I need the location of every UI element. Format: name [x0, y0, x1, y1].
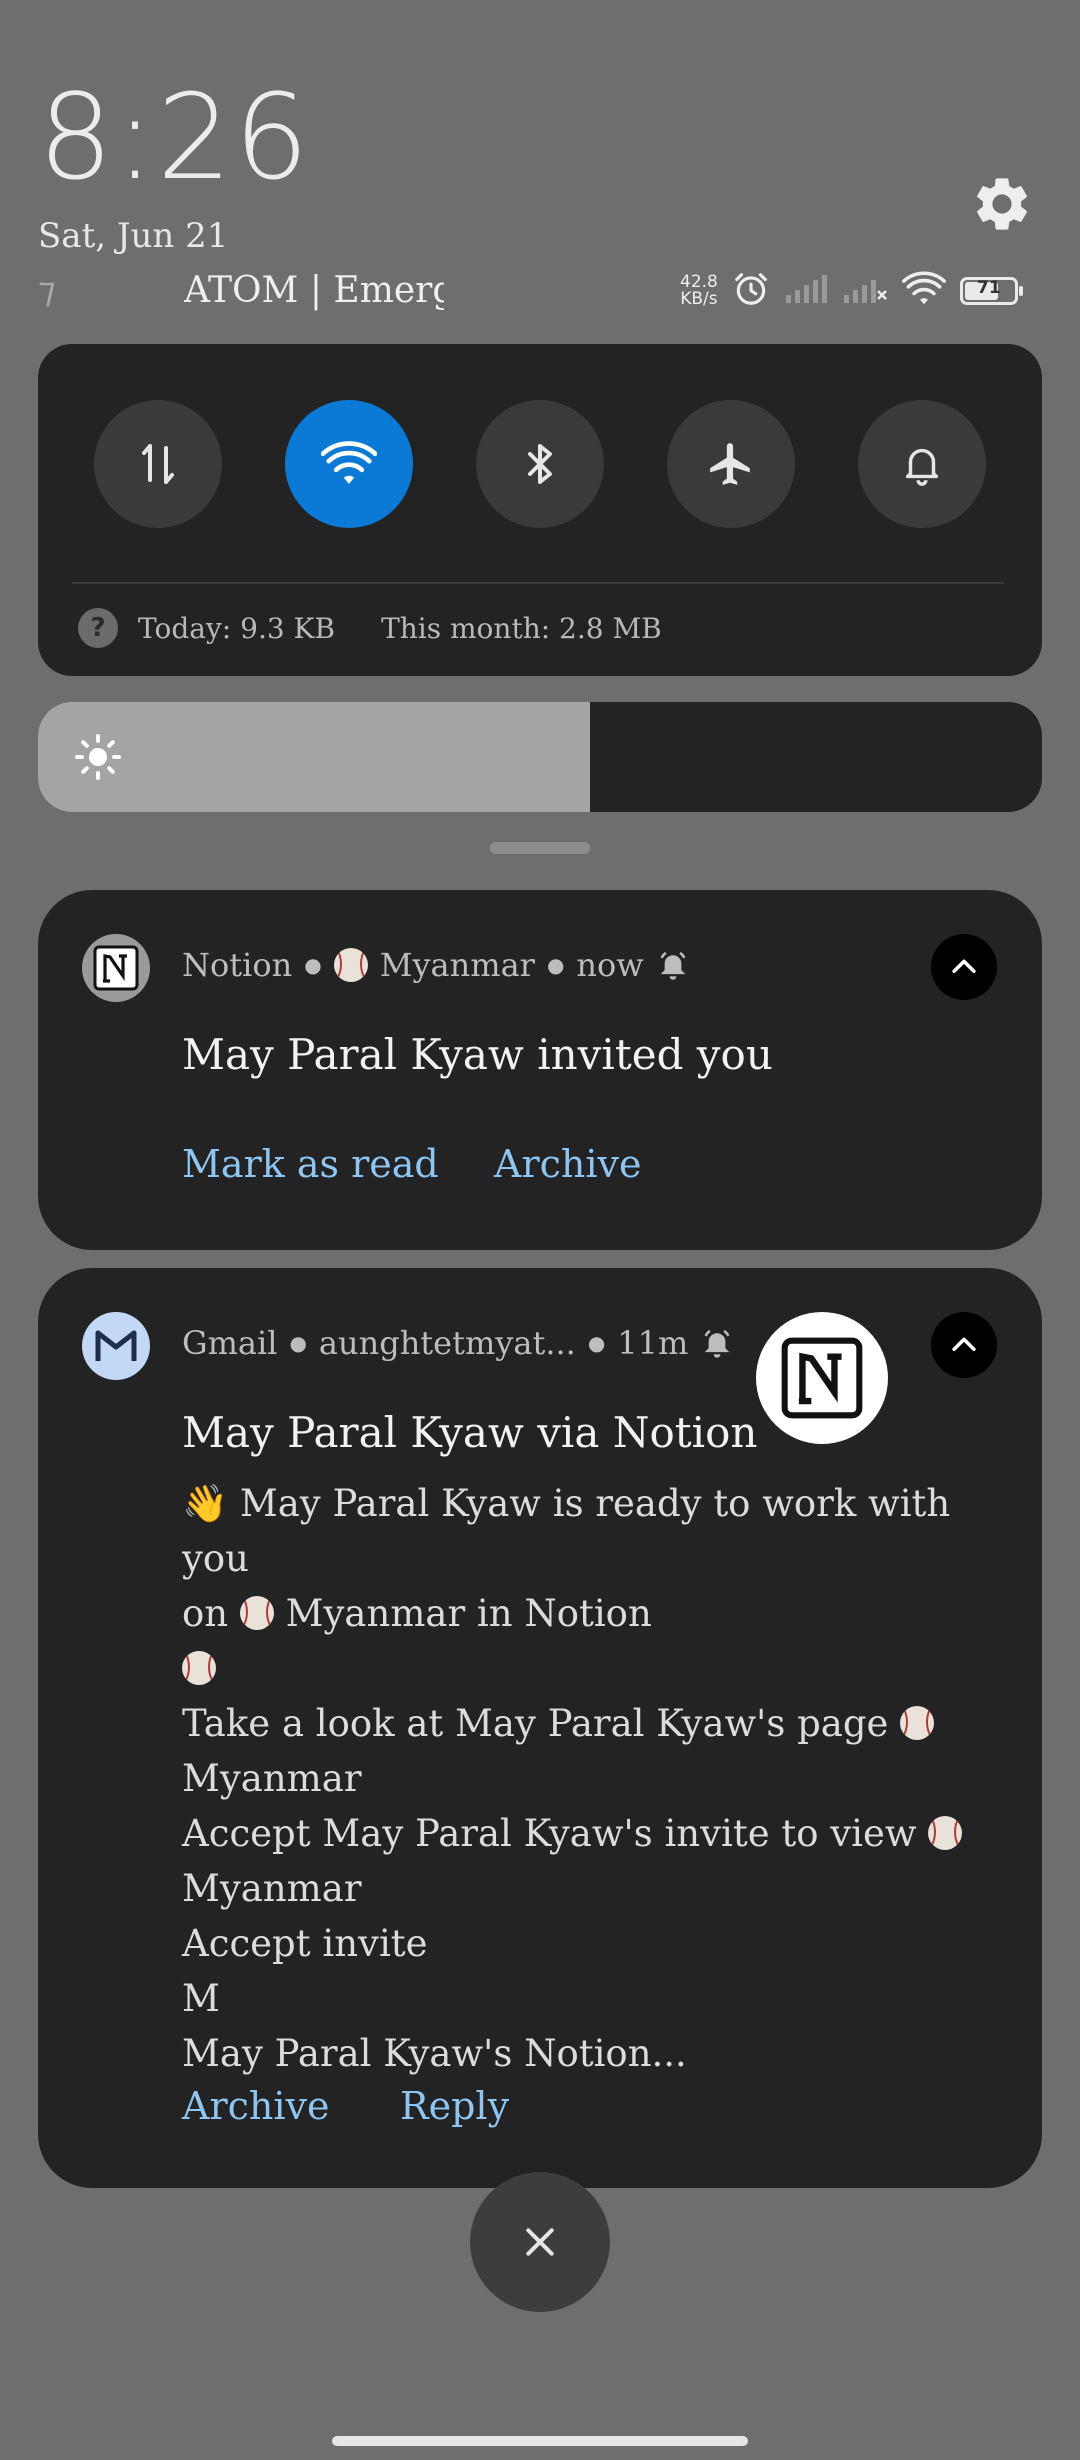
body-line: 👋 May Paral Kyaw is ready to work with y… — [182, 1482, 951, 1580]
signal-sim1-icon — [784, 273, 828, 309]
bluetooth-icon — [528, 444, 552, 484]
gmail-archive-button[interactable]: Archive — [182, 2084, 329, 2128]
notion-notification-title: May Paral Kyaw invited you — [182, 1030, 773, 1079]
data-transfer-icon — [142, 444, 174, 484]
gmail-notification-body: 👋 May Paral Kyaw is ready to work with y… — [182, 1476, 1012, 2081]
drag-handle[interactable] — [490, 842, 590, 854]
wifi-status-icon — [901, 271, 946, 311]
body-line: Myanmar — [182, 1757, 362, 1800]
bell-icon — [905, 448, 939, 486]
settings-gear-icon[interactable] — [970, 172, 1034, 236]
notion-app-icon — [82, 934, 150, 1002]
notion-sender-avatar — [756, 1312, 888, 1444]
separator-dot: ● — [289, 1331, 307, 1355]
alarm-icon — [732, 270, 770, 312]
separator-dot: ● — [546, 953, 565, 977]
data-usage-row[interactable]: ? Today: 9.3 KB This month: 2.8 MB — [78, 608, 662, 648]
baseball-emoji-icon — [239, 1596, 274, 1630]
clock[interactable]: 8:26 — [38, 78, 311, 196]
close-icon — [526, 2228, 554, 2256]
body-line: Accept invite — [182, 1922, 428, 1965]
gmail-app-icon — [82, 1312, 150, 1380]
body-text: Accept May Paral Kyaw's invite to view — [182, 1812, 917, 1855]
airplane-icon — [710, 443, 750, 485]
brightness-slider[interactable] — [38, 702, 1042, 812]
collapse-notion-button[interactable] — [931, 934, 997, 1000]
quick-settings-divider — [72, 582, 1004, 584]
gmail-notification-meta: Gmail ● aunghtetmyat... ● 11m — [182, 1324, 734, 1362]
baseball-emoji-icon — [928, 1816, 963, 1850]
app-name: Gmail — [182, 1324, 278, 1362]
carrier-name: ATOM | Emergency — [184, 270, 444, 311]
clear-all-notifications-button[interactable] — [470, 2172, 610, 2312]
notion-logo-icon — [781, 1337, 863, 1419]
gesture-navigation-bar[interactable] — [332, 2436, 748, 2446]
chevron-up-icon — [952, 959, 976, 974]
body-text: Myanmar in Notion — [285, 1592, 652, 1635]
reply-button[interactable]: Reply — [400, 2084, 509, 2128]
help-icon[interactable]: ? — [78, 608, 118, 648]
data-usage-month: This month: 2.8 MB — [381, 611, 662, 645]
mark-as-read-button[interactable]: Mark as read — [182, 1142, 439, 1186]
alert-bell-icon — [660, 951, 686, 980]
notion-archive-button[interactable]: Archive — [494, 1142, 641, 1186]
body-line: on Myanmar in Notion — [182, 1586, 1012, 1641]
body-line: Accept May Paral Kyaw's invite to view — [182, 1806, 1012, 1861]
status-bar-icons: 42.8 KB/s 71 — [680, 268, 1023, 314]
body-text: on — [182, 1592, 229, 1635]
app-name: Notion — [182, 946, 293, 984]
data-usage-today: Today: 9.3 KB — [138, 611, 336, 645]
baseball-emoji-icon — [900, 1706, 935, 1740]
gmail-notification-title: May Paral Kyaw via Notion — [182, 1408, 758, 1457]
network-speed-unit: KB/s — [680, 289, 718, 309]
timestamp: now — [576, 946, 644, 984]
alert-bell-icon — [704, 1329, 730, 1358]
battery-icon: 71 — [959, 277, 1023, 305]
carrier-prefix: ⁊ — [38, 270, 56, 311]
body-line: Take a look at May Paral Kyaw's page — [182, 1696, 1012, 1751]
date[interactable]: Sat, Jun 21 — [38, 216, 228, 256]
separator-dot: ● — [587, 1331, 606, 1355]
wifi-icon — [321, 441, 377, 484]
battery-level: 71 — [977, 278, 1001, 298]
notification-sound-toggle[interactable] — [858, 400, 986, 528]
brightness-sun-icon — [75, 734, 121, 780]
wifi-toggle[interactable] — [285, 400, 413, 528]
baseball-emoji-icon — [333, 948, 368, 982]
collapse-gmail-button[interactable] — [931, 1312, 997, 1378]
airplane-mode-toggle[interactable] — [667, 400, 795, 528]
gmail-logo-icon — [95, 1330, 137, 1361]
body-line: M — [182, 1977, 220, 2020]
body-text: Take a look at May Paral Kyaw's page — [182, 1702, 889, 1745]
baseball-emoji-icon — [182, 1651, 216, 1685]
timestamp: 11m — [617, 1324, 689, 1362]
mobile-data-toggle[interactable] — [94, 400, 222, 528]
body-line: Myanmar — [182, 1867, 362, 1910]
network-speed: 42.8 KB/s — [680, 274, 718, 308]
notion-notification-meta: Notion ● Myanmar ● now — [182, 946, 690, 984]
signal-sim2-no-service-icon — [842, 273, 888, 309]
channel-name: Myanmar — [379, 946, 535, 984]
chevron-up-icon — [952, 1337, 976, 1352]
account-name: aunghtetmyat... — [318, 1324, 576, 1362]
separator-dot: ● — [304, 953, 322, 977]
body-line: May Paral Kyaw's Notion... — [182, 2032, 687, 2075]
bluetooth-toggle[interactable] — [476, 400, 604, 528]
body-line — [182, 1641, 1012, 1696]
